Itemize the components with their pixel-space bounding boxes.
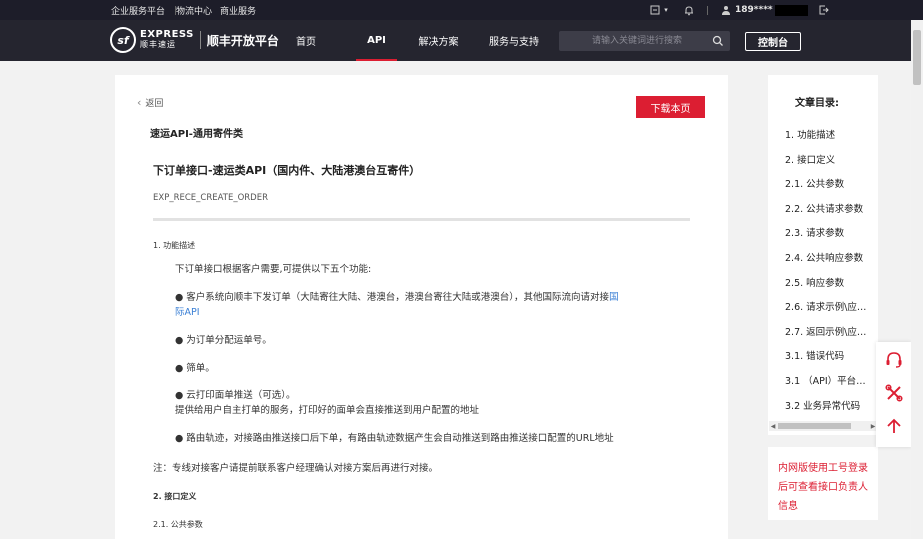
top-link-enterprise[interactable]: 企业服务平台	[111, 4, 165, 17]
section-heading: 1. 功能描述	[153, 241, 196, 250]
bell-icon[interactable]	[683, 5, 695, 16]
top-right-tools: ▾ 189****	[648, 0, 830, 20]
top-link-logistics[interactable]: 物流中心	[176, 4, 212, 17]
intl-api-link[interactable]: 国	[609, 292, 619, 303]
nav-solutions[interactable]: 解决方案	[418, 20, 459, 61]
section-heading: 2. 接口定义	[153, 492, 197, 501]
article-category: 速运API-通用寄件类	[150, 129, 243, 140]
scroll-thumb[interactable]	[778, 423, 851, 429]
tools-icon[interactable]	[876, 377, 911, 409]
toc-item[interactable]: 2.3. 请求参数	[785, 225, 878, 250]
scroll-left-icon[interactable]: ◀	[769, 421, 777, 431]
intro-text: 下订单接口根据客户需要,可提供以下五个功能:	[175, 264, 372, 275]
bullet-4: ● 云打印面单推送（可选）。 提供给用户自主打单的服务，打印好的面单会直接推送到…	[175, 390, 480, 416]
logout-icon[interactable]	[818, 5, 830, 15]
language-icon[interactable]	[648, 5, 662, 15]
toc-panel: 文章目录: 1. 功能描述 2. 接口定义 2.1. 公共参数 2.2. 公共请…	[768, 75, 878, 435]
toc-item[interactable]: 3.1. 错误代码	[785, 348, 878, 373]
toc-item[interactable]: 3.1 （API）平台…	[785, 373, 878, 398]
toc-horizontal-scrollbar[interactable]: ◀ ▶	[769, 421, 877, 431]
toc-item[interactable]: 2.5. 响应参数	[785, 275, 878, 300]
console-button[interactable]: 控制台	[745, 32, 801, 51]
logo-cn: 顺丰速运	[140, 40, 176, 49]
main-nav: sf EXPRESS 顺丰速运 顺丰开放平台 首页 API 解决方案 服务与支持…	[0, 20, 923, 61]
toc-item[interactable]: 2.2. 公共请求参数	[785, 201, 878, 226]
bullet-5: ● 路由轨迹，对接路由推送接口后下单，有路由轨迹数据产生会自动推送到路由推送接口…	[175, 433, 614, 444]
sf-logo[interactable]: sf EXPRESS 顺丰速运 顺丰开放平台	[110, 27, 279, 53]
toc-item[interactable]: 2.6. 请求示例\应…	[785, 299, 878, 324]
toc-item[interactable]: 2.1. 公共参数	[785, 176, 878, 201]
toc-item[interactable]: 2.4. 公共响应参数	[785, 250, 878, 275]
top-links: 企业服务平台 物流中心 商业服务	[111, 0, 256, 20]
divider	[707, 5, 708, 15]
back-label: 返回	[145, 99, 164, 109]
user-icon[interactable]	[720, 5, 732, 15]
top-utility-bar: 企业服务平台 物流中心 商业服务 ▾ 189****	[0, 0, 923, 20]
top-link-business[interactable]: 商业服务	[220, 4, 256, 17]
toc-list: 1. 功能描述 2. 接口定义 2.1. 公共参数 2.2. 公共请求参数 2.…	[785, 127, 878, 422]
toc-heading: 文章目录:	[795, 98, 839, 109]
article-title: 下订单接口-速运类API（国内件、大陆港澳台互寄件）	[153, 164, 421, 177]
chevron-left-icon: ‹	[137, 96, 142, 109]
section-heading: 2.1. 公共参数	[153, 520, 203, 529]
divider	[153, 218, 690, 221]
logo-en: EXPRESS	[140, 29, 194, 40]
article-card: ‹ 返回 下载本页 速运API-通用寄件类 下订单接口-速运类API（国内件、大…	[115, 75, 728, 539]
page-scrollbar[interactable]	[911, 20, 923, 539]
search-icon[interactable]	[712, 35, 724, 47]
nav-menu: 首页 API 解决方案 服务与支持	[296, 20, 539, 61]
bullet-1: ● 客户系统向顺丰下发订单（大陆寄往大陆、港澳台，港澳台寄往大陆或港澳台），其他…	[175, 292, 619, 318]
side-toolbar	[876, 342, 911, 447]
note-text: 注：专线对接客户请提前联系客户经理确认对接方案后再进行对接。	[153, 463, 439, 474]
nav-home[interactable]: 首页	[296, 20, 316, 61]
divider	[199, 31, 201, 49]
headset-icon[interactable]	[876, 344, 911, 376]
bullet-2: ● 为订单分配运单号。	[175, 335, 272, 346]
toc-item[interactable]: 2. 接口定义	[785, 152, 878, 177]
search-box	[559, 31, 730, 51]
api-code: EXP_RECE_CREATE_ORDER	[153, 193, 268, 203]
download-page-button[interactable]: 下载本页	[636, 96, 705, 118]
search-input[interactable]	[559, 31, 709, 51]
toc-item[interactable]: 2.7. 返回示例\应…	[785, 324, 878, 349]
back-to-top-icon[interactable]	[876, 410, 911, 442]
nav-api[interactable]: API	[356, 20, 397, 61]
owner-notice: 内网版使用工号登录后可查看接口负责人信息	[768, 447, 878, 520]
sf-logo-icon: sf	[110, 27, 136, 53]
back-link[interactable]: ‹ 返回	[137, 96, 163, 109]
logo-text: EXPRESS 顺丰速运	[140, 30, 194, 50]
toc-item[interactable]: 3.2 业务异常代码	[785, 398, 878, 423]
page-scroll-thumb[interactable]	[913, 30, 921, 85]
user-phone[interactable]: 189****	[735, 5, 773, 15]
chevron-down-icon[interactable]: ▾	[662, 6, 670, 14]
phone-mask	[774, 4, 808, 16]
nav-service-support[interactable]: 服务与支持	[489, 20, 539, 61]
intl-api-link[interactable]: 际API	[175, 307, 200, 318]
platform-title: 顺丰开放平台	[206, 33, 279, 48]
toc-item[interactable]: 1. 功能描述	[785, 127, 878, 152]
bullet-3: ● 筛单。	[175, 363, 215, 374]
